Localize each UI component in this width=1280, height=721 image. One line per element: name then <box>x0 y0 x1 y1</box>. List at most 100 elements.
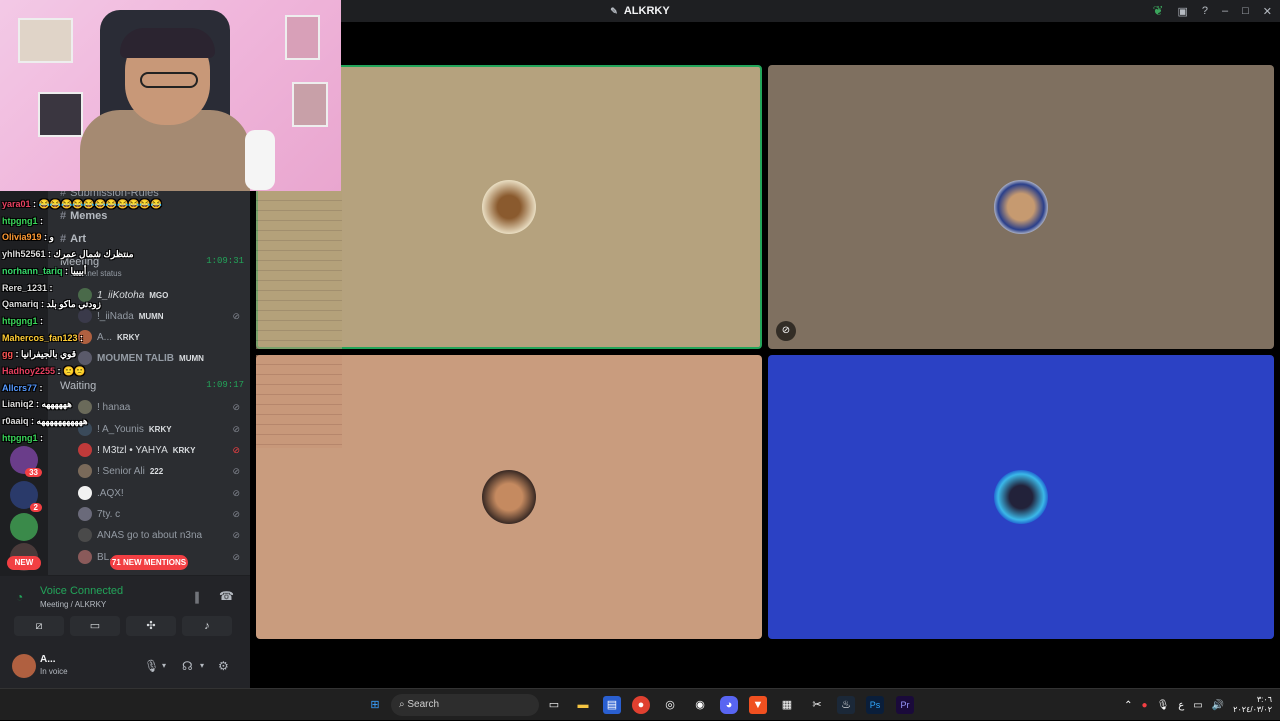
channel-status[interactable]: channel status <box>70 269 122 278</box>
hash-icon: # <box>60 233 67 245</box>
participant-avatar <box>994 180 1048 234</box>
server-badge: 2 <box>29 503 42 512</box>
clock-date: ٢٠٢٤/٠٣/٠٢ <box>1233 705 1272 714</box>
nitro-leaf-icon[interactable]: ❦ <box>1153 3 1164 19</box>
participant-avatar <box>482 470 536 524</box>
chevron-down-icon[interactable]: ▾ <box>200 661 204 670</box>
activities-button[interactable]: ✣ <box>126 616 176 636</box>
soundboard-button[interactable]: ♪ <box>182 616 232 636</box>
user-name[interactable]: A... <box>40 654 56 665</box>
network-icon[interactable]: ▭ <box>1193 700 1202 711</box>
new-mentions-pill[interactable]: 71 NEW MENTIONS <box>110 555 188 570</box>
voice-member[interactable]: 7ty. c ⊘ <box>78 504 240 524</box>
steam-icon[interactable]: ♨ <box>837 696 855 714</box>
play-button-plaque <box>292 82 328 127</box>
microphone-icon[interactable]: 🎙 <box>144 659 159 673</box>
clock[interactable]: ٣:٠٦ ٢٠٢٤/٠٣/٠٢ <box>1233 695 1272 715</box>
server-icon[interactable] <box>10 513 38 541</box>
voice-member[interactable]: MOUMEN TALIB MUMN <box>78 348 240 368</box>
channel-name: Memes <box>70 210 108 222</box>
text-channel[interactable]: # Submission-Rules <box>60 191 159 199</box>
muted-icon: ⊘ <box>232 487 240 498</box>
brave-icon[interactable]: ▼ <box>749 696 767 714</box>
participant-tile[interactable] <box>768 355 1274 639</box>
voice-member[interactable]: ANAS go to about n3na ⊘ <box>78 525 240 545</box>
language-icon[interactable]: ع <box>1178 700 1184 711</box>
member-name: ! hanaa <box>97 401 131 413</box>
photoshop-icon[interactable]: Ps <box>866 696 884 714</box>
disconnect-icon[interactable]: ☎ <box>219 589 234 603</box>
muted-icon: ⊘ <box>232 551 240 562</box>
avatar <box>78 288 92 302</box>
obs-icon[interactable]: ◉ <box>691 696 709 714</box>
settings-gear-icon[interactable]: ⚙ <box>218 659 229 673</box>
voice-member[interactable]: ! Senior Ali 222 ⊘ <box>78 461 240 481</box>
muted-icon: ⊘ <box>232 508 240 519</box>
discord-icon[interactable]: ◕ <box>720 696 738 714</box>
inbox-icon[interactable]: ▣ <box>1177 5 1187 18</box>
chrome-icon[interactable]: ● <box>632 696 650 714</box>
member-name: .AQX! <box>97 487 124 499</box>
member-name: ! M3tzl • YAHYA <box>97 444 168 456</box>
chevron-up-icon[interactable]: ⌃ <box>1124 700 1132 711</box>
participant-tile[interactable]: ⊘ <box>768 65 1274 349</box>
screen-share-button[interactable]: ▭ <box>70 616 120 636</box>
noise-suppression-icon[interactable]: ∥ <box>194 590 200 604</box>
avatar <box>78 550 92 564</box>
voice-member[interactable]: ! A_Younis KRKY ⊘ <box>78 419 240 439</box>
capcut-icon[interactable]: ✂ <box>808 696 826 714</box>
text-channel[interactable]: # Art <box>60 233 86 245</box>
voice-channel-waiting[interactable]: Waiting 1:09:17 <box>60 380 244 392</box>
text-channel[interactable]: # Memes <box>60 210 107 222</box>
voice-channel-meeting[interactable]: Meeting 1:09:31 <box>60 256 244 268</box>
file-explorer-icon[interactable]: ▬ <box>574 696 592 714</box>
member-tag: MUMN <box>179 353 204 363</box>
system-tray: ⌃ ● 🎙 ع ▭ 🔊 ٣:٠٦ ٢٠٢٤/٠٣/٠٢ <box>1124 689 1272 721</box>
app-icon[interactable]: ◎ <box>661 696 679 714</box>
voice-member[interactable]: !_iiNada MUMN ⊘ <box>78 306 240 326</box>
headphones-icon[interactable]: ☊ <box>182 659 193 673</box>
windows-start-icon[interactable]: ⊞ <box>366 696 384 714</box>
maximize-icon[interactable]: □ <box>1242 5 1249 17</box>
help-icon[interactable]: ? <box>1202 5 1208 17</box>
voice-member[interactable]: ! hanaa ⊘ <box>78 397 240 417</box>
member-name: A... <box>97 331 113 343</box>
new-pill[interactable]: NEW <box>7 556 41 570</box>
play-button-plaque <box>18 18 73 63</box>
minimize-icon[interactable]: – <box>1222 5 1228 17</box>
app-icon[interactable]: ▦ <box>778 696 796 714</box>
microphone-icon[interactable]: 🎙 <box>1157 700 1170 711</box>
muted-icon: ⊘ <box>232 310 240 321</box>
channel-name: Art <box>70 233 87 245</box>
server-badge: 33 <box>25 468 42 477</box>
store-icon[interactable]: ▤ <box>603 696 621 714</box>
server-icon[interactable]: 33 <box>10 446 42 477</box>
muted-icon: ⊘ <box>232 465 240 476</box>
overlay-strip <box>256 355 342 448</box>
taskbar-search[interactable]: ⌕ Search <box>391 694 539 716</box>
voice-status[interactable]: Voice Connected <box>40 585 123 597</box>
chevron-down-icon[interactable]: ▾ <box>162 661 166 670</box>
signal-icon[interactable]: ◔ <box>16 590 23 604</box>
muted-icon: ⊘ <box>776 321 796 341</box>
voice-member[interactable]: A... KRKY <box>78 327 240 347</box>
camera-button[interactable]: ⧄ <box>14 616 64 636</box>
close-icon[interactable]: ✕ <box>1263 5 1272 18</box>
voice-member[interactable]: .AQX! ⊘ <box>78 483 240 503</box>
streamer-glasses <box>140 72 198 88</box>
premiere-icon[interactable]: Pr <box>896 696 914 714</box>
volume-icon[interactable]: 🔊 <box>1212 700 1224 711</box>
voice-member[interactable]: 1_iiKotoha MGO <box>78 285 240 305</box>
member-tag: 222 <box>149 466 164 476</box>
member-name: MOUMEN TALIB <box>97 352 175 364</box>
voice-member[interactable]: ! M3tzl • YAHYA KRKY ⊘ <box>78 440 240 460</box>
member-name: ! A_Younis <box>97 423 144 435</box>
avatar[interactable] <box>12 654 36 678</box>
tray-app-icon[interactable]: ● <box>1142 700 1148 711</box>
task-view-icon[interactable]: ▭ <box>545 696 563 714</box>
voice-location[interactable]: Meeting / ALKRKY <box>40 600 106 609</box>
channel-status-text: channel status <box>70 269 122 278</box>
server-icon[interactable]: 2 <box>10 481 42 512</box>
channel-name: Meeting <box>60 256 100 268</box>
member-name: ! Senior Ali <box>97 465 145 477</box>
